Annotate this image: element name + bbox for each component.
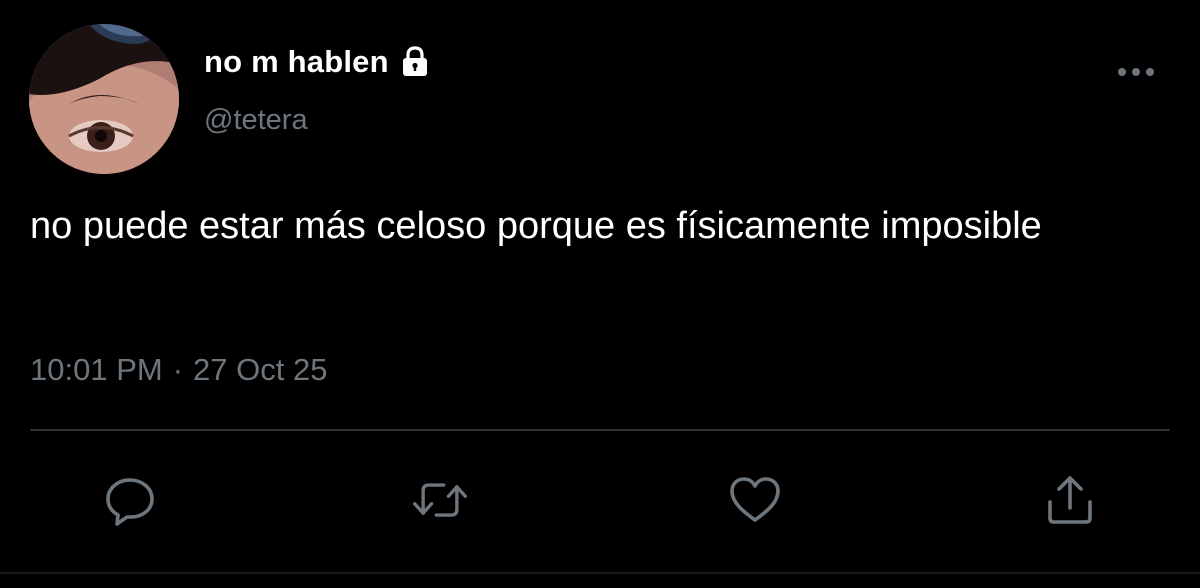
tweet-date[interactable]: 27 Oct 25 [193, 352, 327, 388]
more-horizontal-icon [1118, 68, 1154, 76]
avatar-image [29, 24, 179, 174]
speech-bubble-icon [106, 478, 154, 526]
share-upload-icon [1048, 476, 1092, 524]
reply-button[interactable] [100, 470, 160, 530]
divider [30, 429, 1170, 431]
tweet-time[interactable]: 10:01 PM [30, 352, 163, 388]
display-name-row[interactable]: no m hablen [204, 40, 433, 84]
retweet-icon [413, 483, 467, 517]
retweet-button[interactable] [410, 470, 470, 530]
heart-icon [730, 477, 780, 522]
share-button[interactable] [1040, 470, 1100, 530]
more-options-button[interactable] [1112, 56, 1160, 88]
avatar[interactable] [29, 24, 179, 174]
display-name[interactable]: no m hablen [204, 44, 389, 80]
user-handle[interactable]: @tetera [204, 104, 308, 137]
like-button[interactable] [725, 470, 785, 530]
tweet-text: no puede estar más celoso porque es físi… [30, 205, 1042, 247]
tweet-timestamp[interactable]: 10:01 PM · 27 Oct 25 [30, 352, 327, 388]
tweet-detail: no m hablen @tetera no puede estar más c… [0, 0, 1200, 588]
timestamp-separator: · [172, 352, 184, 387]
bottom-divider [0, 572, 1200, 574]
lock-icon [397, 44, 433, 80]
